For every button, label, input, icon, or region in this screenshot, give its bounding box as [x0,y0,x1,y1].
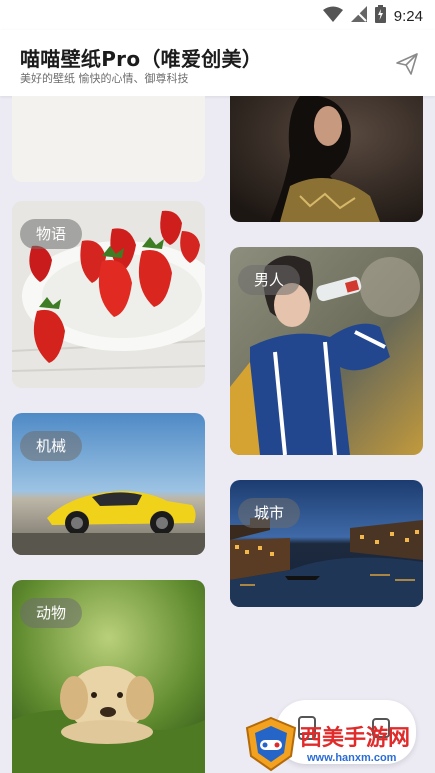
watermark-brand: 西美手游网 [300,726,411,751]
battery-charging-icon [374,5,386,27]
watermark: 西美手游网 www.hanxm.com [245,716,435,773]
wallpaper-card-strawberry[interactable]: 物语 [12,201,205,388]
app-header: 喵喵壁纸Pro（唯爱创美） 美好的壁纸 愉快的心情、御尊科技 [0,30,435,96]
wallpaper-card-woman[interactable] [230,96,423,222]
wallpaper-card-top-left[interactable] [12,96,205,182]
wifi-icon [322,6,343,26]
category-label-dog: 动物 [20,598,83,628]
wallpaper-card-car[interactable]: 机械 [12,413,205,555]
wallpaper-card-man[interactable]: 男人 [230,247,423,455]
category-label-strawberry: 物语 [20,219,83,249]
app-title: 喵喵壁纸Pro（唯爱创美） [20,47,263,71]
app-subtitle: 美好的壁纸 愉快的心情、御尊科技 [20,72,189,85]
send-icon[interactable] [395,52,419,76]
category-label-car: 机械 [20,431,83,461]
watermark-logo-icon [245,716,297,772]
watermark-url: www.hanxm.com [307,752,397,764]
wallpaper-card-city[interactable]: 城市 [230,480,423,607]
category-label-city: 城市 [238,498,301,528]
status-bar: 9:24 [0,0,435,30]
category-label-man: 男人 [238,265,301,295]
status-time: 9:24 [393,7,423,25]
no-signal-icon [350,6,367,26]
wallpaper-card-dog[interactable]: 动物 [12,580,205,773]
